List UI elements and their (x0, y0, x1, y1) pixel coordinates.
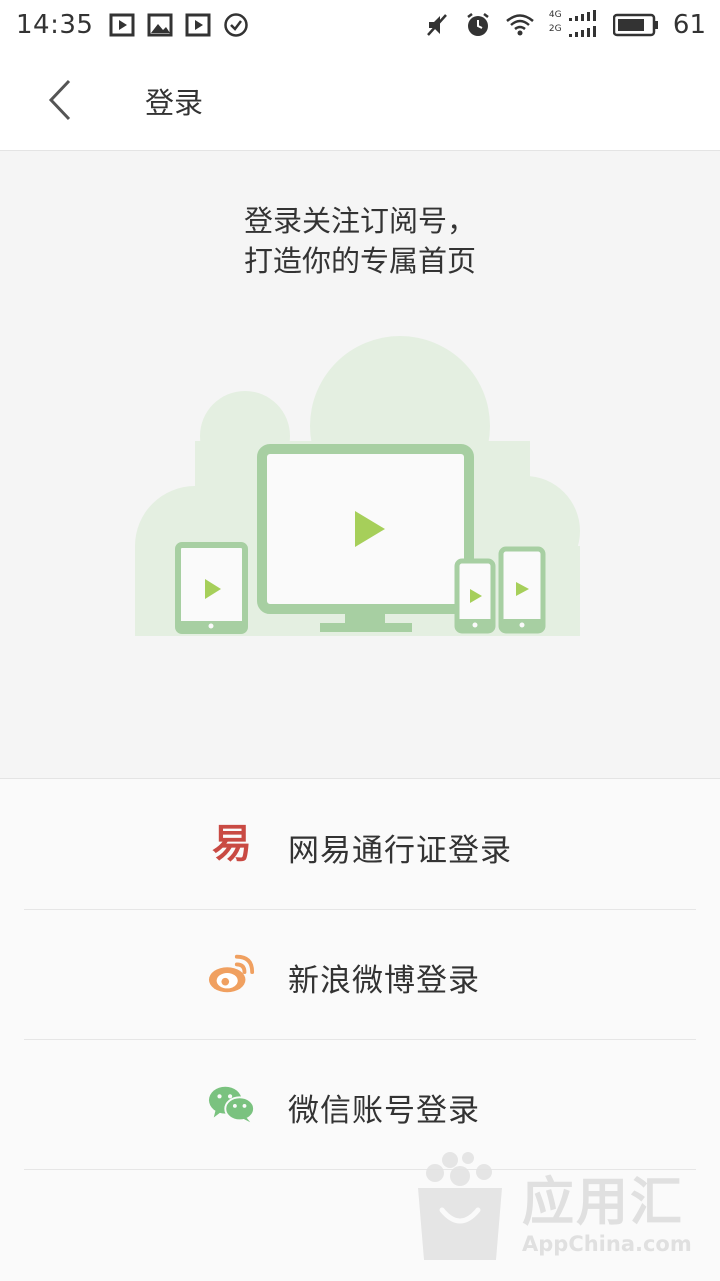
hero-line-2: 打造你的专属首页 (243, 244, 476, 278)
network-type-top: 4G (548, 10, 562, 20)
wechat-icon (208, 1081, 256, 1127)
chevron-left-icon (48, 79, 71, 121)
phone-device-small (454, 558, 496, 634)
status-bar: 14:35 4G 2G 61 (0, 0, 720, 50)
page-title: 登录 (145, 86, 204, 120)
mute-icon (426, 14, 447, 36)
netease-icon: 易 (212, 820, 252, 867)
battery-level: 61 (672, 10, 706, 40)
weibo-login-button[interactable]: 新浪微博登录 (24, 909, 696, 1040)
weibo-icon (208, 951, 256, 997)
signal-indicator: 4G 2G (549, 10, 599, 40)
hero-line-1: 登录关注订阅号， (243, 204, 476, 238)
appchina-logo-icon (418, 1152, 502, 1260)
watermark-site: AppChina.com (522, 1232, 692, 1256)
netease-login-button[interactable]: 易 网易通行证登录 (24, 779, 696, 910)
image-notification-icon (147, 13, 173, 37)
tablet-device (175, 542, 248, 634)
login-option-label: 网易通行证登录 (288, 833, 512, 869)
network-type-bottom: 2G (548, 24, 562, 34)
hero-message: 登录关注订阅号， 打造你的专属首页 (0, 201, 720, 281)
video-notification-icon (109, 13, 135, 37)
back-button[interactable] (30, 70, 90, 130)
login-option-label: 新浪微博登录 (288, 963, 480, 999)
battery-icon (612, 13, 658, 37)
notification-icons (109, 12, 249, 38)
alarm-icon (467, 13, 489, 36)
monitor-device (257, 444, 474, 632)
nav-bar: 登录 (0, 50, 720, 151)
wifi-icon (506, 14, 534, 36)
appchina-watermark: 应用汇 AppChina.com (410, 1148, 710, 1268)
video-notification-icon (185, 13, 211, 37)
system-icons: 4G 2G 61 (425, 0, 706, 50)
watermark-brand: 应用汇 (522, 1173, 685, 1233)
login-option-label: 微信账号登录 (288, 1093, 480, 1129)
check-circle-icon (224, 13, 249, 37)
phone-device-large (498, 546, 546, 634)
devices-cloud-illustration (135, 336, 580, 636)
hero-section: 登录关注订阅号， 打造你的专属首页 (0, 151, 720, 778)
signal-bars-icon (568, 10, 596, 37)
status-time: 14:35 (16, 10, 94, 40)
